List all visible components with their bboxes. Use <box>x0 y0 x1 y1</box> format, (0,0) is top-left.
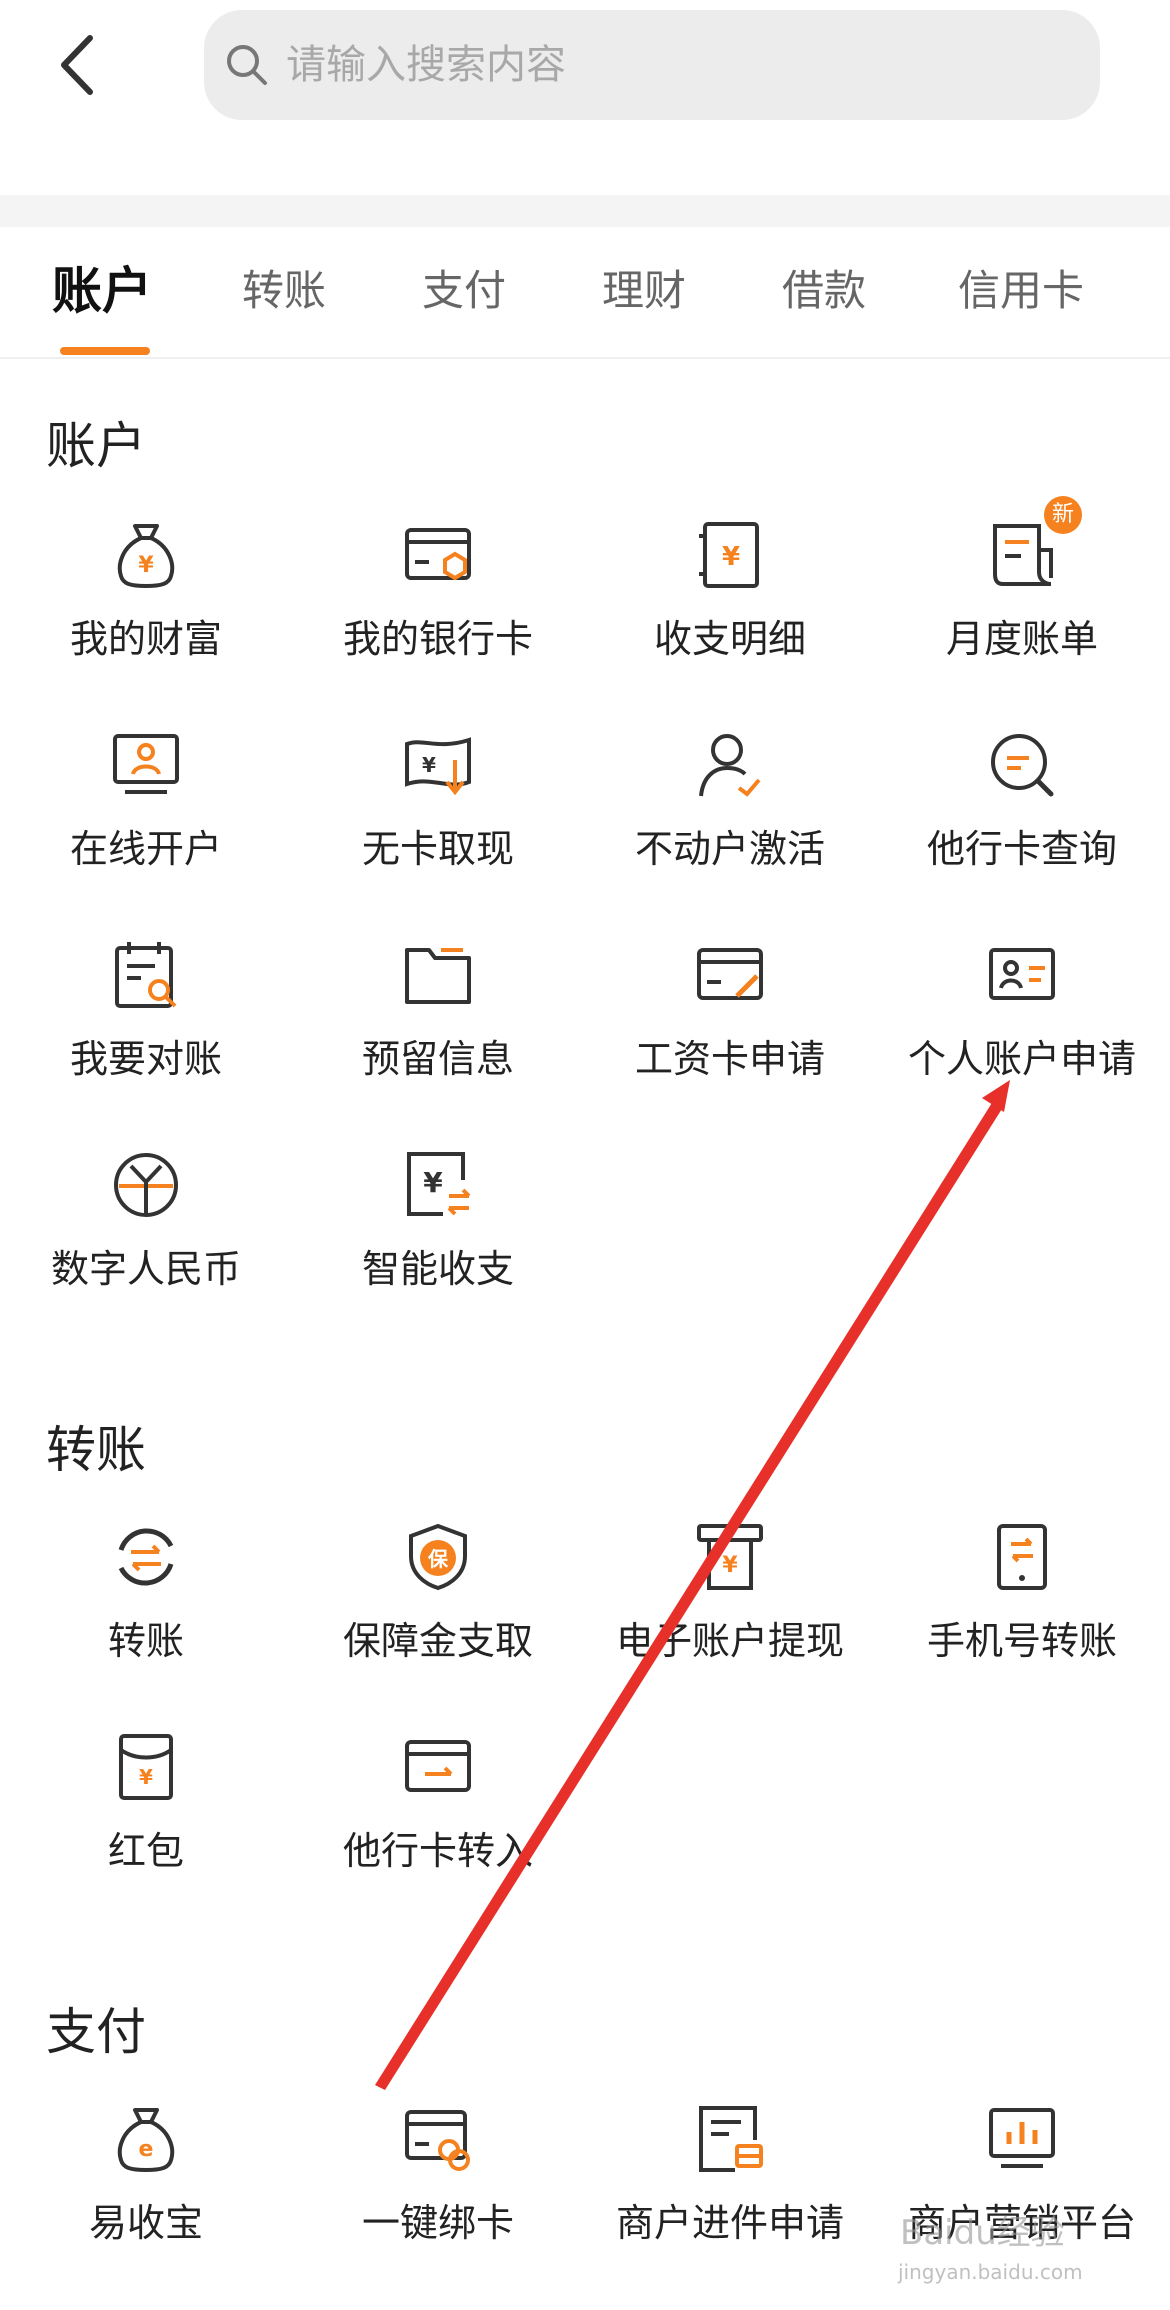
grid-item-label: 我要对账 <box>69 1037 222 1081</box>
reconcile-icon <box>115 942 177 1008</box>
grid-item-bind-card[interactable]: 一键绑卡 <box>292 2104 584 2284</box>
svg-text:¥: ¥ <box>722 542 740 572</box>
salary-card-icon <box>697 948 763 1000</box>
tab-wealth[interactable]: 理财 <box>602 257 686 318</box>
phone-transfer-icon <box>997 1524 1047 1590</box>
bind-card-icon <box>405 2110 470 2171</box>
grid-item-label: 红包 <box>107 1829 184 1873</box>
grid-item-phone-transfer[interactable]: 手机号转账 <box>876 1522 1168 1702</box>
grid-item-label: 预留信息 <box>361 1037 514 1081</box>
search-icon <box>227 45 267 85</box>
grid-item-label: 保障金支取 <box>342 1619 533 1663</box>
new-badge: 新 <box>1044 496 1082 534</box>
svg-text:¥: ¥ <box>722 1553 738 1578</box>
grid-item-label: 智能收支 <box>361 1247 514 1291</box>
cardless-withdraw-icon: ¥ <box>405 737 471 796</box>
id-card-icon <box>989 948 1055 1000</box>
red-packet-icon: ¥ <box>119 1734 173 1800</box>
grid-item-salary-card[interactable]: 工资卡申请 <box>584 940 876 1120</box>
tab-transfer[interactable]: 转账 <box>242 257 326 318</box>
category-tabs: 账户 转账 支付 理财 借款 信用卡 <box>0 227 1170 359</box>
grid-item-label: 工资卡申请 <box>634 1037 825 1081</box>
money-bag-icon: ¥ <box>117 524 175 589</box>
atm-icon: ¥ <box>697 1524 763 1590</box>
grid-item-transfer[interactable]: 转账 <box>0 1522 292 1702</box>
grid-item-cardless-withdraw[interactable]: ¥ 无卡取现 <box>292 730 584 910</box>
grid-item-e-account-withdraw[interactable]: ¥ 电子账户提现 <box>584 1522 876 1702</box>
grid-item-label: 收支明细 <box>653 617 806 661</box>
svg-text:¥: ¥ <box>139 1765 153 1789</box>
grid-item-label: 电子账户提现 <box>615 1619 844 1663</box>
user-activate-icon <box>699 734 761 797</box>
grid-item-reconcile[interactable]: 我要对账 <box>0 940 292 1120</box>
grid-item-merchant-marketing[interactable]: 商户营销平台 <box>876 2104 1168 2284</box>
shield-icon: 保 <box>409 1523 467 1591</box>
grid-item-label: 我的财富 <box>69 617 222 661</box>
statement-icon: ¥ <box>699 522 759 588</box>
grid-item-merchant-apply[interactable]: 商户进件申请 <box>584 2104 876 2284</box>
search-bar[interactable] <box>204 10 1100 120</box>
grid-item-red-packet[interactable]: ¥ 红包 <box>0 1732 292 1912</box>
grid-item-label: 手机号转账 <box>926 1619 1117 1663</box>
grid-item-label: 不动户激活 <box>634 827 825 871</box>
e-bag-icon: e <box>117 2108 175 2173</box>
grid-item-personal-account-apply[interactable]: 个人账户申请 <box>876 940 1168 1120</box>
section-title-account: 账户 <box>46 417 146 475</box>
grid-item-label: 无卡取现 <box>361 827 514 871</box>
svg-text:保: 保 <box>427 1547 449 1571</box>
grid-item-label: 我的银行卡 <box>342 617 533 661</box>
grid-item-yishoubao[interactable]: e 易收宝 <box>0 2104 292 2284</box>
grid-item-label: 他行卡查询 <box>926 827 1117 871</box>
marketing-chart-icon <box>989 2108 1055 2168</box>
search-card-icon <box>991 734 1054 797</box>
grid-item-label: 数字人民币 <box>50 1247 241 1291</box>
svg-text:¥: ¥ <box>422 753 436 777</box>
grid-item-other-bank-query[interactable]: 他行卡查询 <box>876 730 1168 910</box>
grid-item-label: 他行卡转入 <box>342 1829 533 1873</box>
digital-rmb-icon <box>114 1153 178 1217</box>
svg-text:e: e <box>139 2137 154 2162</box>
grid-item-label: 个人账户申请 <box>907 1037 1136 1081</box>
grid-item-label: 转账 <box>107 1619 184 1663</box>
grid-item-deposit-withdraw[interactable]: 保 保障金支取 <box>292 1522 584 1702</box>
grid-item-monthly-bill[interactable]: 新 月度账单 <box>876 496 1168 700</box>
smart-finance-icon: ¥ <box>407 1152 471 1216</box>
svg-text:¥: ¥ <box>423 1166 443 1199</box>
grid-item-label: 易收宝 <box>88 2201 203 2245</box>
top-bar <box>0 0 1170 195</box>
search-input[interactable] <box>284 41 1048 89</box>
tab-account[interactable]: 账户 <box>52 251 152 323</box>
svg-text:¥: ¥ <box>138 553 154 578</box>
grid-item-label: 一键绑卡 <box>361 2201 514 2245</box>
tab-loan[interactable]: 借款 <box>782 257 866 318</box>
section-title-transfer: 转账 <box>46 1421 146 1479</box>
monthly-bill-icon <box>993 524 1053 586</box>
grid-item-dormant-activate[interactable]: 不动户激活 <box>584 730 876 910</box>
grid-item-online-account[interactable]: 在线开户 <box>0 730 292 910</box>
grid-item-label: 商户进件申请 <box>615 2201 844 2245</box>
tab-credit-card[interactable]: 信用卡 <box>958 257 1084 318</box>
grid-item-my-bank-card[interactable]: 我的银行卡 <box>292 520 584 700</box>
grid-item-digital-rmb[interactable]: 数字人民币 <box>0 1150 292 1330</box>
grid-item-my-wealth[interactable]: ¥ 我的财富 <box>0 520 292 700</box>
folder-icon <box>405 948 471 1004</box>
merchant-apply-icon <box>699 2106 763 2172</box>
divider-band <box>0 195 1170 227</box>
active-tab-indicator <box>60 347 150 355</box>
grid-item-reserved-info[interactable]: 预留信息 <box>292 940 584 1120</box>
grid-item-other-card-transfer-in[interactable]: 他行卡转入 <box>292 1732 584 1912</box>
watermark: Baidu经验 <box>900 2213 1065 2253</box>
grid-item-label: 月度账单 <box>945 617 1098 661</box>
card-transfer-in-icon <box>405 1740 471 1792</box>
tab-payment[interactable]: 支付 <box>422 257 506 318</box>
grid-item-smart-finance[interactable]: ¥ 智能收支 <box>292 1150 584 1330</box>
watermark-url: jingyan.baidu.com <box>898 2260 1083 2284</box>
grid-item-label: 在线开户 <box>69 827 222 871</box>
transfer-icon <box>118 1528 174 1586</box>
section-title-payment: 支付 <box>46 2003 146 2061</box>
online-account-icon <box>113 734 179 794</box>
grid-item-statement[interactable]: ¥ 收支明细 <box>584 520 876 700</box>
back-arrow-icon[interactable] <box>50 30 110 100</box>
bank-card-icon <box>405 528 471 581</box>
